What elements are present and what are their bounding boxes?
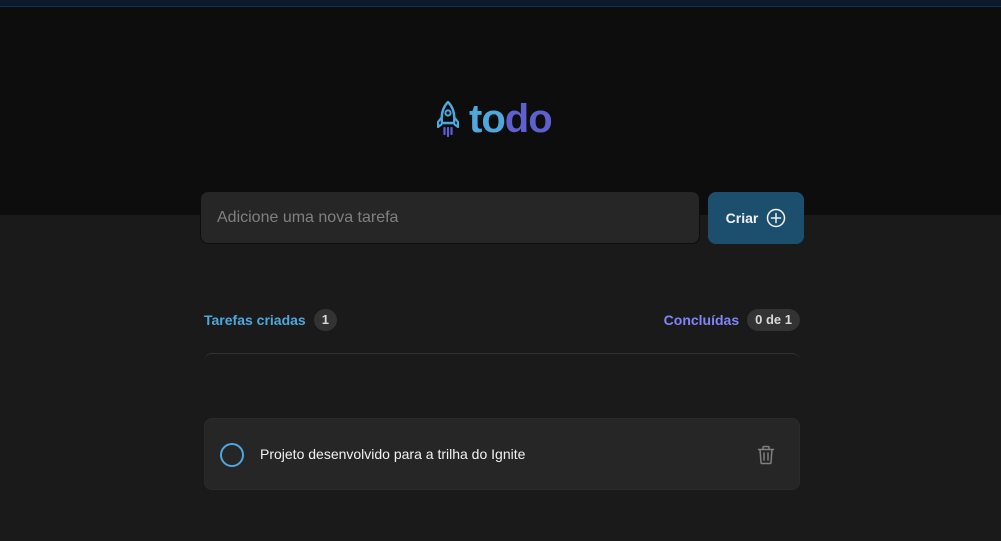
top-bar <box>0 0 1001 7</box>
create-button[interactable]: Criar <box>708 192 804 244</box>
logo-text: todo <box>469 97 553 141</box>
created-label: Tarefas criadas <box>204 312 306 328</box>
logo-text-to: to <box>469 97 506 141</box>
logo: todo <box>437 97 553 141</box>
done-label: Concluídas <box>663 312 740 328</box>
new-task-field <box>200 191 700 244</box>
task-text: Projeto desenvolvido para a trilha do Ig… <box>260 446 526 462</box>
plus-circle-icon <box>767 208 786 228</box>
list-divider <box>204 353 800 362</box>
new-task-input[interactable] <box>201 192 699 243</box>
rocket-icon <box>437 101 459 137</box>
created-count-badge: 1 <box>313 309 337 331</box>
task-checkbox[interactable] <box>220 443 244 467</box>
header: todo <box>0 7 1001 215</box>
trash-icon[interactable] <box>757 445 775 465</box>
create-button-label: Criar <box>725 210 759 226</box>
done-counter: Concluídas 0 de 1 <box>664 309 800 331</box>
created-counter: Tarefas criadas 1 <box>204 309 337 331</box>
logo-text-do: do <box>504 97 553 141</box>
task-item: Projeto desenvolvido para a trilha do Ig… <box>204 418 800 490</box>
done-count-badge: 0 de 1 <box>747 309 800 331</box>
task-counters: Tarefas criadas 1 Concluídas 0 de 1 <box>204 307 800 333</box>
